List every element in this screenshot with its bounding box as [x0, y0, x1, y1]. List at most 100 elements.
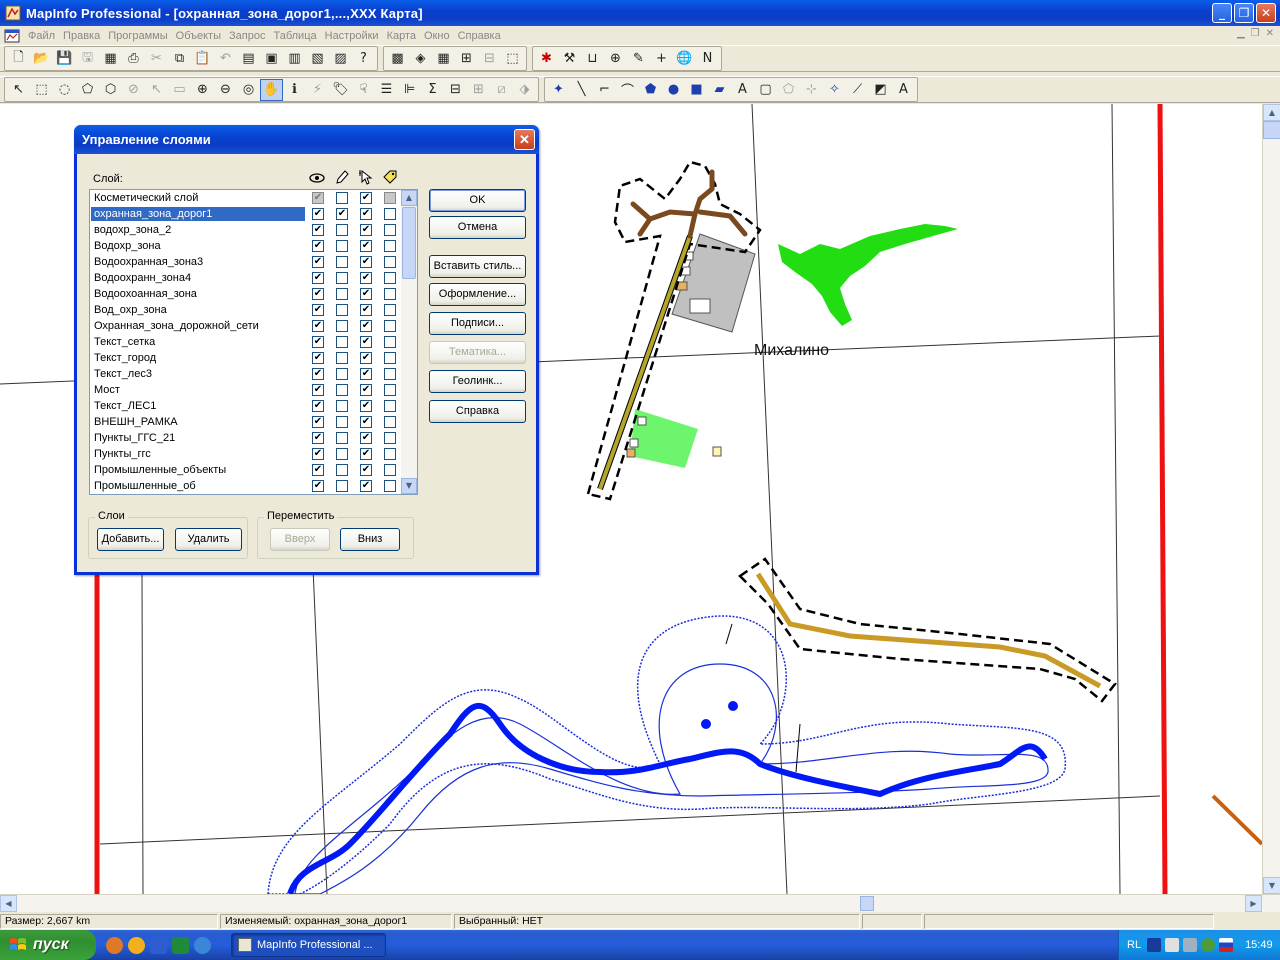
symbol-style-icon[interactable]: ✧: [823, 79, 846, 101]
layer-row[interactable]: Водоохоанная_зона: [90, 286, 417, 302]
display-button[interactable]: Оформление...: [429, 283, 526, 306]
visibility-checkbox[interactable]: [312, 336, 324, 348]
polygon-select-icon[interactable]: ⬠: [76, 79, 99, 101]
menu-objects[interactable]: Объекты: [172, 30, 225, 42]
map-window-icon[interactable]: [4, 29, 20, 43]
editable-checkbox[interactable]: [336, 336, 348, 348]
move-down-button[interactable]: Вниз: [340, 528, 400, 551]
ie-icon[interactable]: [194, 936, 211, 954]
statistics-icon[interactable]: Σ: [421, 79, 444, 101]
status-size[interactable]: Размер: 2,667 km: [0, 913, 218, 929]
language-indicator[interactable]: RL: [1127, 939, 1141, 951]
autolabel-checkbox[interactable]: [384, 208, 396, 220]
layer-name[interactable]: Охранная_зона_дорожной_сети: [91, 319, 305, 333]
autolabel-checkbox[interactable]: [384, 368, 396, 380]
editable-checkbox[interactable]: [336, 304, 348, 316]
boundary-select-icon[interactable]: ⬡: [99, 79, 122, 101]
editable-checkbox[interactable]: [336, 448, 348, 460]
scroll-up-icon[interactable]: ▲: [1263, 104, 1280, 121]
layer-name[interactable]: Водоохоанная_зона: [91, 287, 305, 301]
chair-icon[interactable]: ⊔: [581, 48, 604, 70]
info-icon[interactable]: ℹ: [283, 79, 306, 101]
select-arrow-icon[interactable]: ↖: [7, 79, 30, 101]
tool-2-icon[interactable]: ◈: [409, 48, 432, 70]
selectable-checkbox[interactable]: [360, 192, 372, 204]
pencil-icon[interactable]: ✎: [627, 48, 650, 70]
scroll-down-icon[interactable]: ▼: [1263, 877, 1280, 894]
tool-1-icon[interactable]: ▩: [386, 48, 409, 70]
hotlink-icon[interactable]: ⚡: [306, 79, 329, 101]
layer-name[interactable]: Текст_сетка: [91, 335, 305, 349]
new-graph-icon[interactable]: ▥: [283, 48, 306, 70]
layer-row[interactable]: Пункты_ГГС_21: [90, 430, 417, 446]
selectable-checkbox[interactable]: [360, 224, 372, 236]
layer-name[interactable]: Промышленные_об: [91, 479, 305, 493]
layer-name[interactable]: Текст_город: [91, 351, 305, 365]
layer-row[interactable]: Вод_охр_зона: [90, 302, 417, 318]
symbol-tool-icon[interactable]: ✦: [547, 79, 570, 101]
browser-icon[interactable]: [128, 936, 145, 954]
layer-row[interactable]: Водоохранная_зона3: [90, 254, 417, 270]
selectable-checkbox[interactable]: [360, 400, 372, 412]
layer-name[interactable]: Водоохранн_зона4: [91, 271, 305, 285]
labels-button[interactable]: Подписи...: [429, 312, 526, 335]
selectable-checkbox[interactable]: [360, 288, 372, 300]
reshape-icon[interactable]: ⬠: [777, 79, 800, 101]
visibility-checkbox[interactable]: [312, 416, 324, 428]
layer-name[interactable]: охранная_зона_дорог1: [91, 207, 305, 221]
visibility-checkbox[interactable]: [312, 368, 324, 380]
run-icon[interactable]: ✱: [535, 48, 558, 70]
unselect-icon[interactable]: ⊘: [122, 79, 145, 101]
layer-name[interactable]: Водохр_зона: [91, 239, 305, 253]
layer-row[interactable]: Текст_сетка: [90, 334, 417, 350]
start-button[interactable]: пуск: [0, 930, 96, 960]
autolabel-checkbox[interactable]: [384, 256, 396, 268]
menu-help[interactable]: Справка: [454, 30, 505, 42]
zoom-out-icon[interactable]: ⊖: [214, 79, 237, 101]
editable-checkbox[interactable]: [336, 416, 348, 428]
visibility-checkbox[interactable]: [312, 288, 324, 300]
autolabel-checkbox[interactable]: [384, 224, 396, 236]
polyline-tool-icon[interactable]: ⌐: [593, 79, 616, 101]
visibility-checkbox[interactable]: [312, 384, 324, 396]
tray-flag-icon[interactable]: [1219, 938, 1234, 952]
earth-icon[interactable]: 🌐: [673, 48, 696, 70]
invert-select-icon[interactable]: ↖: [145, 79, 168, 101]
text-style-icon[interactable]: A: [892, 79, 915, 101]
layer-row[interactable]: Пункты_ггс: [90, 446, 417, 462]
autolabel-checkbox[interactable]: [384, 192, 396, 204]
layer-row[interactable]: Охранная_зона_дорожной_сети: [90, 318, 417, 334]
close-window-button[interactable]: ✕: [1256, 3, 1276, 23]
map-horizontal-scrollbar[interactable]: ◀ ▶: [0, 894, 1280, 912]
new-map-icon[interactable]: ▣: [260, 48, 283, 70]
layer-row[interactable]: охранная_зона_дорог1: [90, 206, 417, 222]
tray-volume-icon[interactable]: [1183, 938, 1198, 952]
editable-checkbox[interactable]: [336, 192, 348, 204]
cancel-button[interactable]: Отмена: [429, 216, 526, 239]
rounded-rect-tool-icon[interactable]: ▰: [708, 79, 731, 101]
clock[interactable]: 15:49: [1245, 939, 1273, 951]
pan-hand-icon[interactable]: ✋: [260, 78, 283, 101]
layer-row[interactable]: Водохр_зона: [90, 238, 417, 254]
layer-name[interactable]: Водоохранная_зона3: [91, 255, 305, 269]
layer-row[interactable]: Промышленные_об: [90, 478, 417, 494]
geolink-button[interactable]: Геолинк...: [429, 370, 526, 393]
layer-name[interactable]: Текст_ЛЕС1: [91, 399, 305, 413]
layer-row[interactable]: Промышленные_объекты: [90, 462, 417, 478]
editable-checkbox[interactable]: [336, 400, 348, 412]
plus-icon[interactable]: +: [650, 48, 673, 70]
layer-row[interactable]: Текст_лес3: [90, 366, 417, 382]
line-style-icon[interactable]: ⟋: [846, 79, 869, 101]
autolabel-checkbox[interactable]: [384, 448, 396, 460]
help-button[interactable]: Справка: [429, 400, 526, 423]
tray-network-icon[interactable]: [1165, 938, 1180, 952]
radius-select-icon[interactable]: ◌: [53, 79, 76, 101]
autolabel-checkbox[interactable]: [384, 320, 396, 332]
move-up-button[interactable]: Вверх: [270, 528, 330, 551]
vertical-scroll-thumb[interactable]: [1263, 121, 1280, 139]
editable-checkbox[interactable]: [336, 480, 348, 492]
editable-checkbox[interactable]: [336, 208, 348, 220]
selectable-checkbox[interactable]: [360, 448, 372, 460]
visibility-checkbox[interactable]: [312, 256, 324, 268]
autolabel-checkbox[interactable]: [384, 272, 396, 284]
